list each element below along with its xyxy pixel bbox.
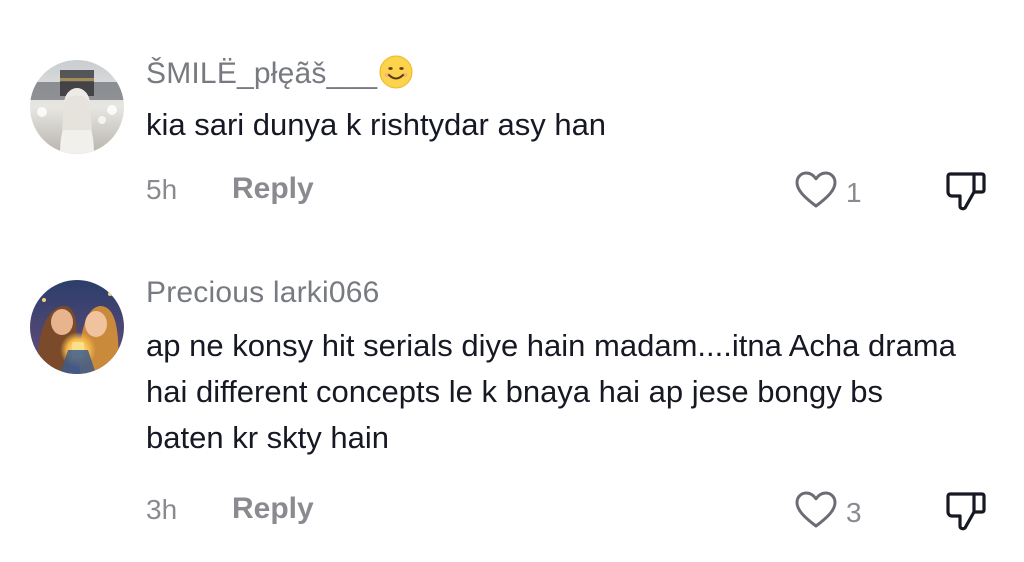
avatar[interactable]	[30, 280, 124, 374]
heart-outline-icon	[794, 170, 838, 215]
reply-button[interactable]: Reply	[232, 172, 314, 206]
like-button[interactable]: 3	[794, 490, 862, 535]
comment-item: Precious larki066 ap ne konsy hit serial…	[0, 240, 1024, 562]
dislike-button[interactable]	[944, 170, 988, 217]
thumbs-down-icon	[944, 492, 988, 536]
avatar[interactable]	[30, 60, 124, 154]
comment-username[interactable]: ŠMILË_płęãš___	[146, 55, 413, 97]
username-text: ŠMILË_płęãš___	[146, 57, 378, 90]
like-count: 1	[846, 176, 862, 208]
comment-timestamp: 5h	[146, 174, 178, 205]
comment-username[interactable]: Precious larki066	[146, 276, 380, 310]
comment-text: ap ne konsy hit serials diye hain madam.…	[146, 328, 956, 455]
like-count: 3	[846, 496, 862, 528]
comment-timestamp: 3h	[146, 494, 178, 525]
smiling-face-emoji-icon	[379, 55, 413, 97]
heart-outline-icon	[794, 490, 838, 535]
dislike-button[interactable]	[944, 490, 988, 537]
like-button[interactable]: 1	[794, 170, 862, 215]
thumbs-down-icon	[944, 172, 988, 216]
comment-item: ŠMILË_płęãš___ kia sari dunya k rishtyda…	[0, 0, 1024, 240]
comment-text: kia sari dunya k rishtydar asy han	[146, 107, 607, 142]
reply-button[interactable]: Reply	[232, 492, 314, 526]
